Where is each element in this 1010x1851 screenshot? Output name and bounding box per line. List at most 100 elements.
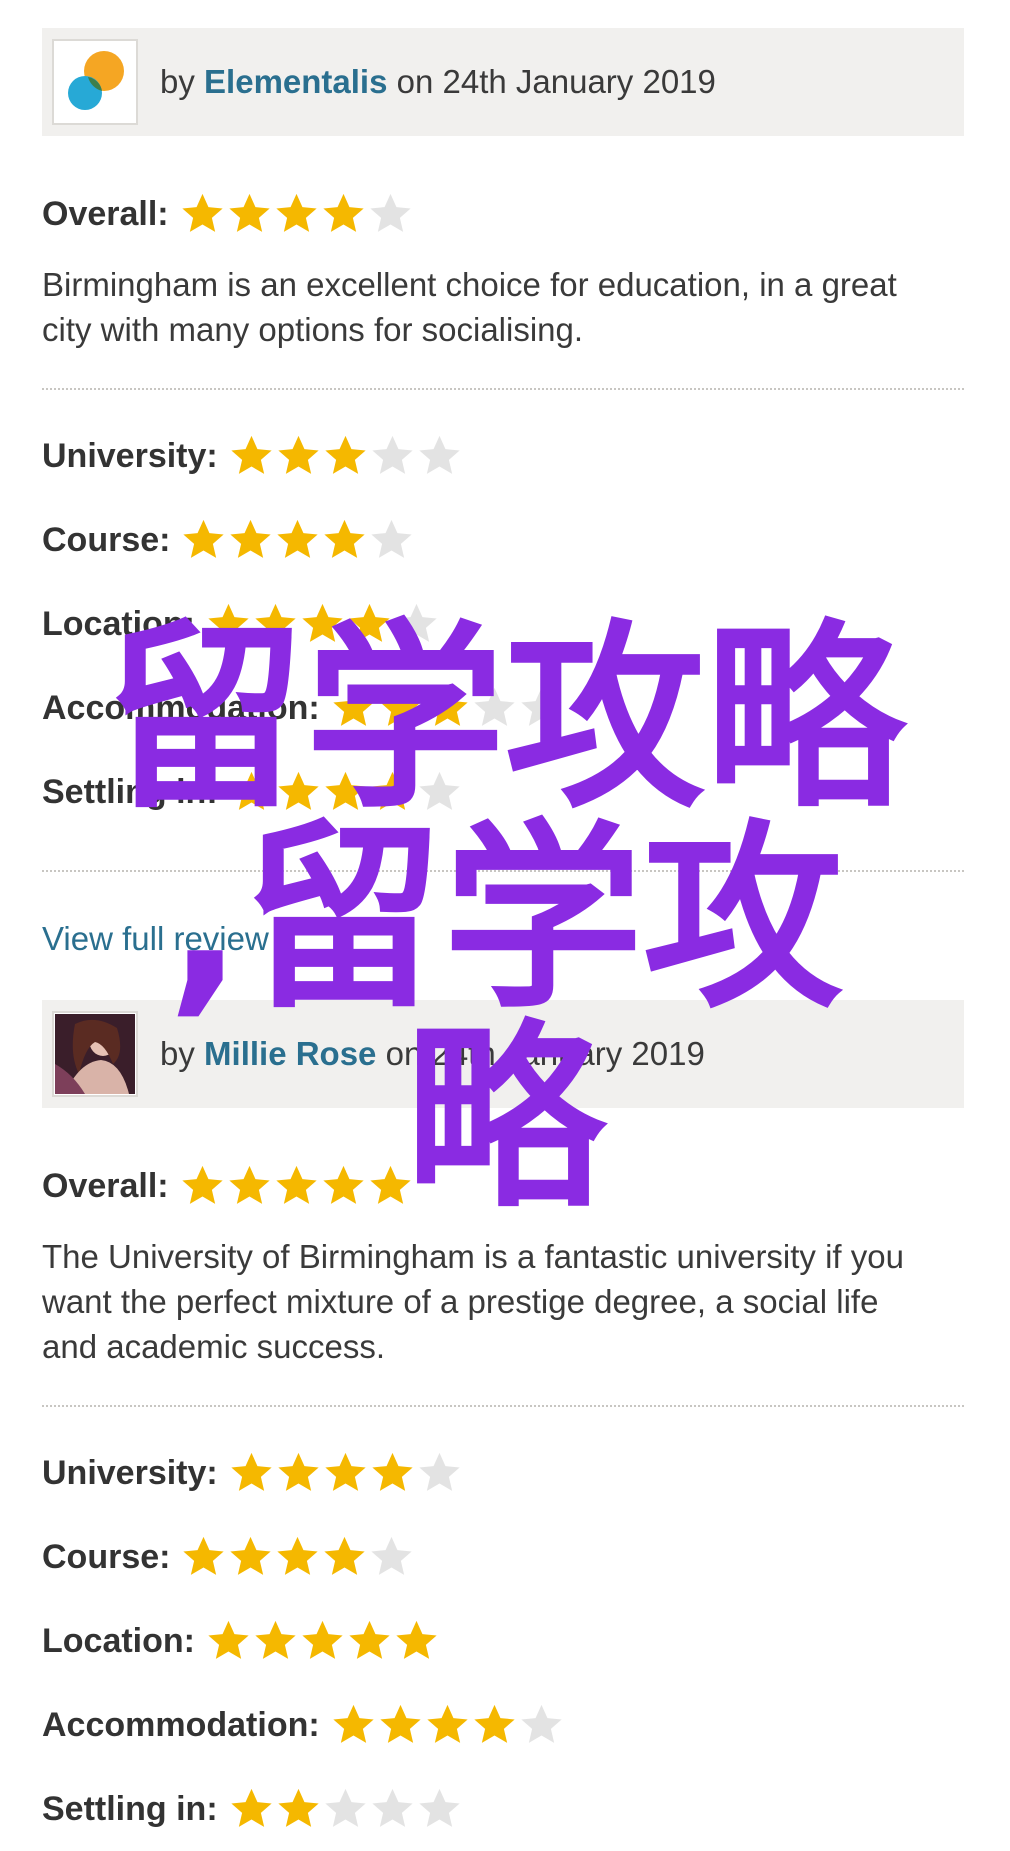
rating-label: Settling in: — [42, 772, 218, 811]
star-empty-icon — [370, 193, 411, 232]
review-card-1: by Elementalis on 24th January 2019 Over… — [42, 28, 964, 958]
star-rating — [180, 1534, 415, 1580]
star-filled-icon — [231, 1452, 272, 1491]
star-empty-icon — [372, 1788, 413, 1827]
review-header: by Elementalis on 24th January 2019 — [42, 28, 964, 136]
star-filled-icon — [278, 435, 319, 474]
star-filled-icon — [230, 1536, 272, 1575]
rating-row-course: Course: — [42, 498, 964, 582]
star-empty-icon — [371, 519, 413, 558]
rating-row-accommodation: Accommodation: — [42, 666, 964, 750]
star-rating — [330, 685, 565, 731]
review-date: on 24th January 2019 — [385, 1035, 705, 1072]
star-empty-icon — [325, 1788, 366, 1827]
rating-label: Accommodation: — [42, 1705, 320, 1744]
divider — [42, 870, 964, 872]
star-filled-icon — [325, 771, 366, 810]
star-filled-icon — [325, 435, 366, 474]
review-summary: Birmingham is an excellent choice for ed… — [42, 266, 897, 348]
rating-label: Location: — [42, 1621, 195, 1660]
author-link[interactable]: Millie Rose — [204, 1035, 376, 1072]
star-rating — [330, 1702, 565, 1748]
star-rating — [228, 1450, 463, 1496]
star-filled-icon — [208, 603, 249, 642]
star-filled-icon — [277, 519, 319, 558]
star-empty-icon — [521, 687, 562, 726]
star-empty-icon — [474, 687, 515, 726]
rating-label: University: — [42, 436, 218, 475]
by-prefix: by — [160, 63, 195, 100]
star-empty-icon — [419, 1788, 460, 1827]
star-filled-icon — [255, 603, 296, 642]
star-filled-icon — [380, 1704, 421, 1743]
rating-label: Course: — [42, 1537, 171, 1576]
rating-row-course: Course: — [42, 1515, 964, 1599]
star-rating — [180, 517, 415, 563]
star-filled-icon — [182, 1165, 223, 1204]
star-filled-icon — [231, 435, 272, 474]
rating-row-location: Location: — [42, 1599, 964, 1683]
star-filled-icon — [277, 1536, 319, 1575]
user-photo-icon — [55, 1014, 135, 1094]
star-filled-icon — [182, 193, 223, 232]
rating-label: Course: — [42, 520, 171, 559]
star-filled-icon — [229, 1165, 270, 1204]
star-rating — [205, 1618, 440, 1664]
star-filled-icon — [372, 771, 413, 810]
star-rating — [228, 1786, 463, 1832]
review-date: on 24th January 2019 — [396, 63, 716, 100]
overall-rating-row: Overall: — [42, 1144, 964, 1228]
view-full-review-link[interactable]: View full review — [42, 920, 269, 958]
rating-row-settling-in: Settling in: — [42, 750, 964, 834]
star-filled-icon — [474, 1704, 515, 1743]
star-filled-icon — [324, 519, 366, 558]
star-filled-icon — [276, 1165, 317, 1204]
avatar[interactable] — [52, 1011, 138, 1097]
star-filled-icon — [380, 687, 421, 726]
star-filled-icon — [427, 687, 468, 726]
star-filled-icon — [230, 519, 272, 558]
rating-label: Accommodation: — [42, 688, 320, 727]
author-link[interactable]: Elementalis — [204, 63, 387, 100]
star-filled-icon — [183, 1536, 225, 1575]
star-filled-icon — [333, 1704, 374, 1743]
star-empty-icon — [419, 771, 460, 810]
star-rating — [205, 601, 440, 647]
rating-label: University: — [42, 1453, 218, 1492]
star-filled-icon — [396, 1620, 437, 1659]
star-filled-icon — [323, 193, 364, 232]
byline: by Elementalis on 24th January 2019 — [160, 63, 716, 101]
star-filled-icon — [183, 519, 225, 558]
star-filled-icon — [276, 193, 317, 232]
star-filled-icon — [231, 771, 272, 810]
rating-row-location: Location: — [42, 582, 964, 666]
rating-label: Location: — [42, 604, 195, 643]
star-filled-icon — [208, 1620, 249, 1659]
star-empty-icon — [521, 1704, 562, 1743]
star-filled-icon — [231, 1788, 272, 1827]
star-filled-icon — [278, 771, 319, 810]
star-filled-icon — [349, 603, 390, 642]
star-empty-icon — [396, 603, 437, 642]
star-filled-icon — [370, 1165, 411, 1204]
star-empty-icon — [371, 1536, 413, 1575]
rating-label: Overall: — [42, 194, 169, 233]
review-summary: The University of Birmingham is a fantas… — [42, 1238, 904, 1365]
star-filled-icon — [302, 603, 343, 642]
review-card-2: by Millie Rose on 24th January 2019 Over… — [42, 1000, 964, 1851]
rating-row-accommodation: Accommodation: — [42, 1683, 964, 1767]
review-header: by Millie Rose on 24th January 2019 — [42, 1000, 964, 1108]
star-filled-icon — [324, 1536, 366, 1575]
star-rating — [179, 191, 414, 237]
star-filled-icon — [333, 687, 374, 726]
star-filled-icon — [323, 1165, 364, 1204]
star-empty-icon — [419, 435, 460, 474]
rating-row-university: University: — [42, 1431, 964, 1515]
colored-bubbles-logo-icon — [68, 51, 124, 110]
avatar[interactable] — [52, 39, 138, 125]
rating-label: Overall: — [42, 1166, 169, 1205]
rating-row-university: University: — [42, 414, 964, 498]
star-filled-icon — [229, 193, 270, 232]
star-filled-icon — [255, 1620, 296, 1659]
star-filled-icon — [278, 1452, 319, 1491]
